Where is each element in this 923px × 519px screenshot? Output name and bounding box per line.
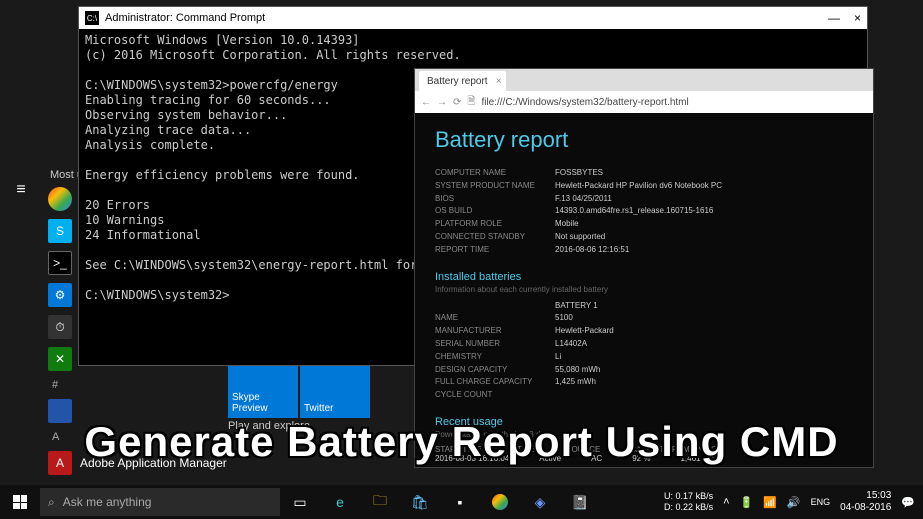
app-icon: ⏱ bbox=[48, 315, 72, 339]
cmd-title-text: Administrator: Command Prompt bbox=[105, 12, 265, 24]
search-placeholder: Ask me anything bbox=[63, 495, 152, 509]
notifications-icon[interactable]: 💬 bbox=[901, 496, 915, 509]
forward-icon[interactable]: → bbox=[437, 97, 447, 108]
taskbar: ⌕ Ask me anything ▭ e 🗀 🛍 ▪ ◈ 📓 U: 0.17 … bbox=[0, 485, 923, 519]
chrome-taskbar-icon[interactable] bbox=[480, 485, 520, 519]
browser-tab[interactable]: Battery report × bbox=[419, 71, 506, 91]
notepad-icon[interactable]: 📓 bbox=[560, 485, 600, 519]
vbox-icon[interactable]: ◈ bbox=[520, 485, 560, 519]
installed-batteries: Installed batteries Information about ea… bbox=[435, 271, 853, 402]
cmd-icon: >_ bbox=[48, 251, 72, 275]
cmd-titlebar[interactable]: C:\ Administrator: Command Prompt — × bbox=[79, 7, 867, 29]
search-icon: ⌕ bbox=[48, 495, 55, 510]
task-view-icon[interactable]: ▭ bbox=[280, 485, 320, 519]
browser-tabstrip: Battery report × bbox=[415, 69, 873, 91]
tab-close-icon[interactable]: × bbox=[496, 76, 502, 87]
close-button[interactable]: × bbox=[854, 11, 861, 25]
back-icon[interactable]: ← bbox=[421, 97, 431, 108]
chrome-icon bbox=[48, 187, 72, 211]
report-title: Battery report bbox=[435, 127, 853, 153]
store-icon[interactable]: 🛍 bbox=[400, 485, 440, 519]
language-indicator[interactable]: ENG bbox=[811, 497, 831, 507]
system-tray: U: 0.17 kB/s D: 0.22 kB/s ˄ 🔋 📶 🔊 ENG 15… bbox=[664, 490, 923, 514]
cmd-taskbar-icon[interactable]: ▪ bbox=[440, 485, 480, 519]
xbox-icon: ✕ bbox=[48, 347, 72, 371]
url-text: file:///C:/Windows/system32/battery-repo… bbox=[481, 97, 688, 108]
cmd-title-icon: C:\ bbox=[85, 11, 99, 25]
overlay-caption: Generate Battery Report Using CMD bbox=[0, 418, 923, 466]
window-controls: — × bbox=[828, 11, 861, 25]
net-stats: U: 0.17 kB/s D: 0.22 kB/s bbox=[664, 491, 713, 513]
search-box[interactable]: ⌕ Ask me anything bbox=[40, 488, 280, 516]
edge-icon[interactable]: e bbox=[320, 485, 360, 519]
battery-icon[interactable]: 🔋 bbox=[740, 496, 754, 509]
clock[interactable]: 15:03 04-08-2016 bbox=[840, 490, 891, 514]
taskbar-apps: ▭ e 🗀 🛍 ▪ ◈ 📓 bbox=[280, 485, 600, 519]
skype-icon: S bbox=[48, 219, 72, 243]
windows-logo-icon bbox=[13, 495, 27, 509]
browser-window: Battery report × ← → ⟳ 🗎 file:///C:/Wind… bbox=[414, 68, 874, 468]
hamburger-icon[interactable]: ≡ bbox=[0, 169, 42, 211]
chevron-up-icon[interactable]: ˄ bbox=[723, 496, 729, 508]
explorer-icon[interactable]: 🗀 bbox=[360, 485, 400, 519]
wifi-icon[interactable]: 📶 bbox=[763, 496, 777, 509]
reload-icon[interactable]: ⟳ bbox=[453, 97, 461, 108]
gear-icon: ⚙ bbox=[48, 283, 72, 307]
address-bar[interactable]: ← → ⟳ 🗎 file:///C:/Windows/system32/batt… bbox=[415, 91, 873, 113]
system-info: COMPUTER NAMEFOSSBYTES SYSTEM PRODUCT NA… bbox=[435, 167, 853, 257]
start-button[interactable] bbox=[0, 485, 40, 519]
file-icon: 🗎 bbox=[467, 94, 475, 111]
minimize-button[interactable]: — bbox=[828, 11, 840, 25]
volume-icon[interactable]: 🔊 bbox=[787, 496, 801, 509]
